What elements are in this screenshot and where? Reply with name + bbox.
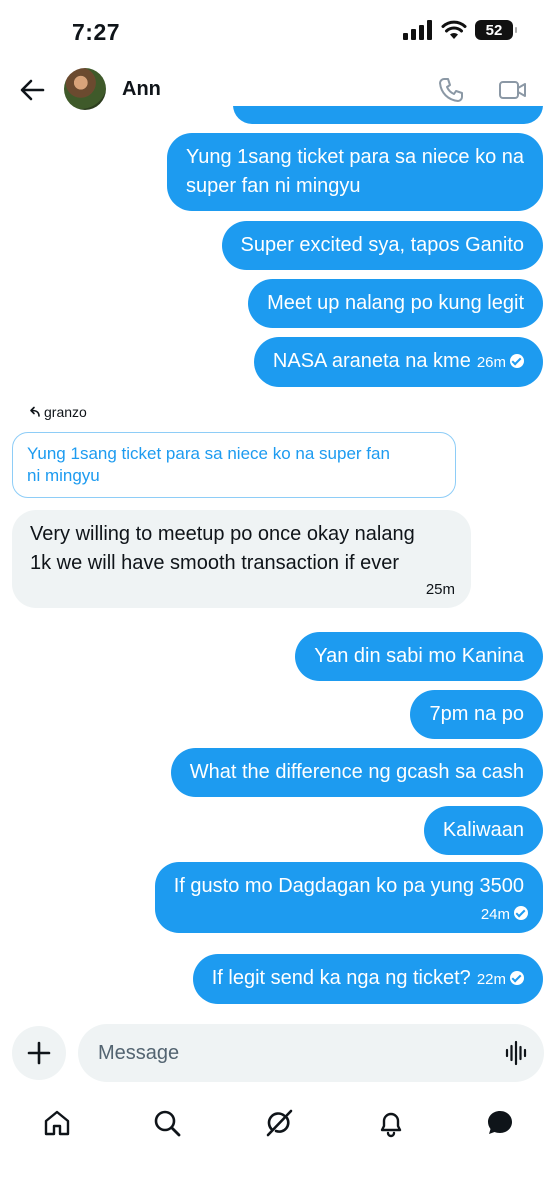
read-check-icon — [510, 354, 524, 368]
arrow-left-icon[interactable] — [18, 76, 46, 104]
waveform-icon[interactable] — [505, 1040, 529, 1066]
message-bubble-outgoing[interactable]: Meet up nalang po kung legit — [248, 279, 543, 328]
bell-icon[interactable] — [376, 1108, 406, 1138]
add-attachment-button[interactable] — [12, 1026, 66, 1080]
phone-icon[interactable] — [437, 76, 465, 104]
quoted-message[interactable]: Yung 1sang ticket para sa niece ko na su… — [12, 432, 456, 498]
message-bubble-outgoing[interactable]: Yan din sabi mo Kanina — [295, 632, 543, 681]
message-bubble-outgoing[interactable]: If legit send ka nga ng ticket? 22m — [192, 954, 543, 1004]
message-timestamp: 25m — [425, 581, 455, 598]
read-check-icon — [510, 971, 524, 985]
reply-indicator: granzo — [28, 404, 87, 420]
status-time: 7:27 — [72, 19, 121, 45]
messages-icon[interactable] — [485, 1108, 515, 1138]
reply-arrow-icon — [30, 406, 40, 417]
message-timestamp: 26m — [476, 354, 506, 371]
grok-icon[interactable] — [264, 1108, 294, 1138]
bottom-tab-bar — [0, 1100, 555, 1150]
status-icons: 52 — [403, 20, 517, 40]
message-bubble-partial — [233, 106, 543, 124]
battery-indicator: 52 — [475, 20, 517, 40]
plus-icon — [27, 1041, 51, 1065]
message-bubble-outgoing[interactable]: NASA araneta na kme 26m — [253, 337, 543, 387]
message-bubble-incoming[interactable]: Very willing to meetup po once okay nala… — [12, 510, 471, 608]
message-timestamp: 22m — [476, 971, 506, 988]
contact-name[interactable]: Ann — [122, 78, 161, 101]
message-text: If legit send ka nga ng ticket? — [211, 967, 471, 989]
message-bubble-outgoing[interactable]: Super excited sya, tapos Ganito — [221, 221, 543, 270]
wifi-icon — [441, 20, 467, 39]
message-composer — [0, 1024, 555, 1084]
message-input[interactable] — [78, 1024, 544, 1082]
message-text: NASA araneta na kme — [272, 350, 471, 372]
avatar[interactable] — [64, 68, 106, 110]
message-bubble-outgoing[interactable]: 7pm na po — [410, 690, 543, 739]
message-text: If gusto mo Dagdagan ko pa yung 3500 — [173, 875, 524, 897]
message-bubble-outgoing[interactable]: What the difference ng gcash sa cash — [170, 748, 543, 797]
message-bubble-outgoing[interactable]: Kaliwaan — [423, 806, 543, 855]
message-list[interactable]: Yung 1sang ticket para sa niece ko na su… — [0, 106, 555, 1020]
signal-icon — [403, 20, 432, 40]
video-icon[interactable] — [498, 76, 528, 104]
search-icon[interactable] — [152, 1108, 182, 1138]
message-bubble-outgoing[interactable]: If gusto mo Dagdagan ko pa yung 3500 24m — [154, 862, 543, 933]
message-timestamp: 24m — [480, 906, 510, 923]
message-bubble-outgoing[interactable]: Yung 1sang ticket para sa niece ko na su… — [166, 133, 543, 211]
read-check-icon — [514, 906, 528, 920]
status-bar: 7:27 52 — [0, 0, 555, 62]
message-text: Very willing to meetup po once okay nala… — [30, 523, 415, 574]
home-icon[interactable] — [42, 1108, 72, 1138]
reply-label-text: granzo — [44, 404, 87, 420]
